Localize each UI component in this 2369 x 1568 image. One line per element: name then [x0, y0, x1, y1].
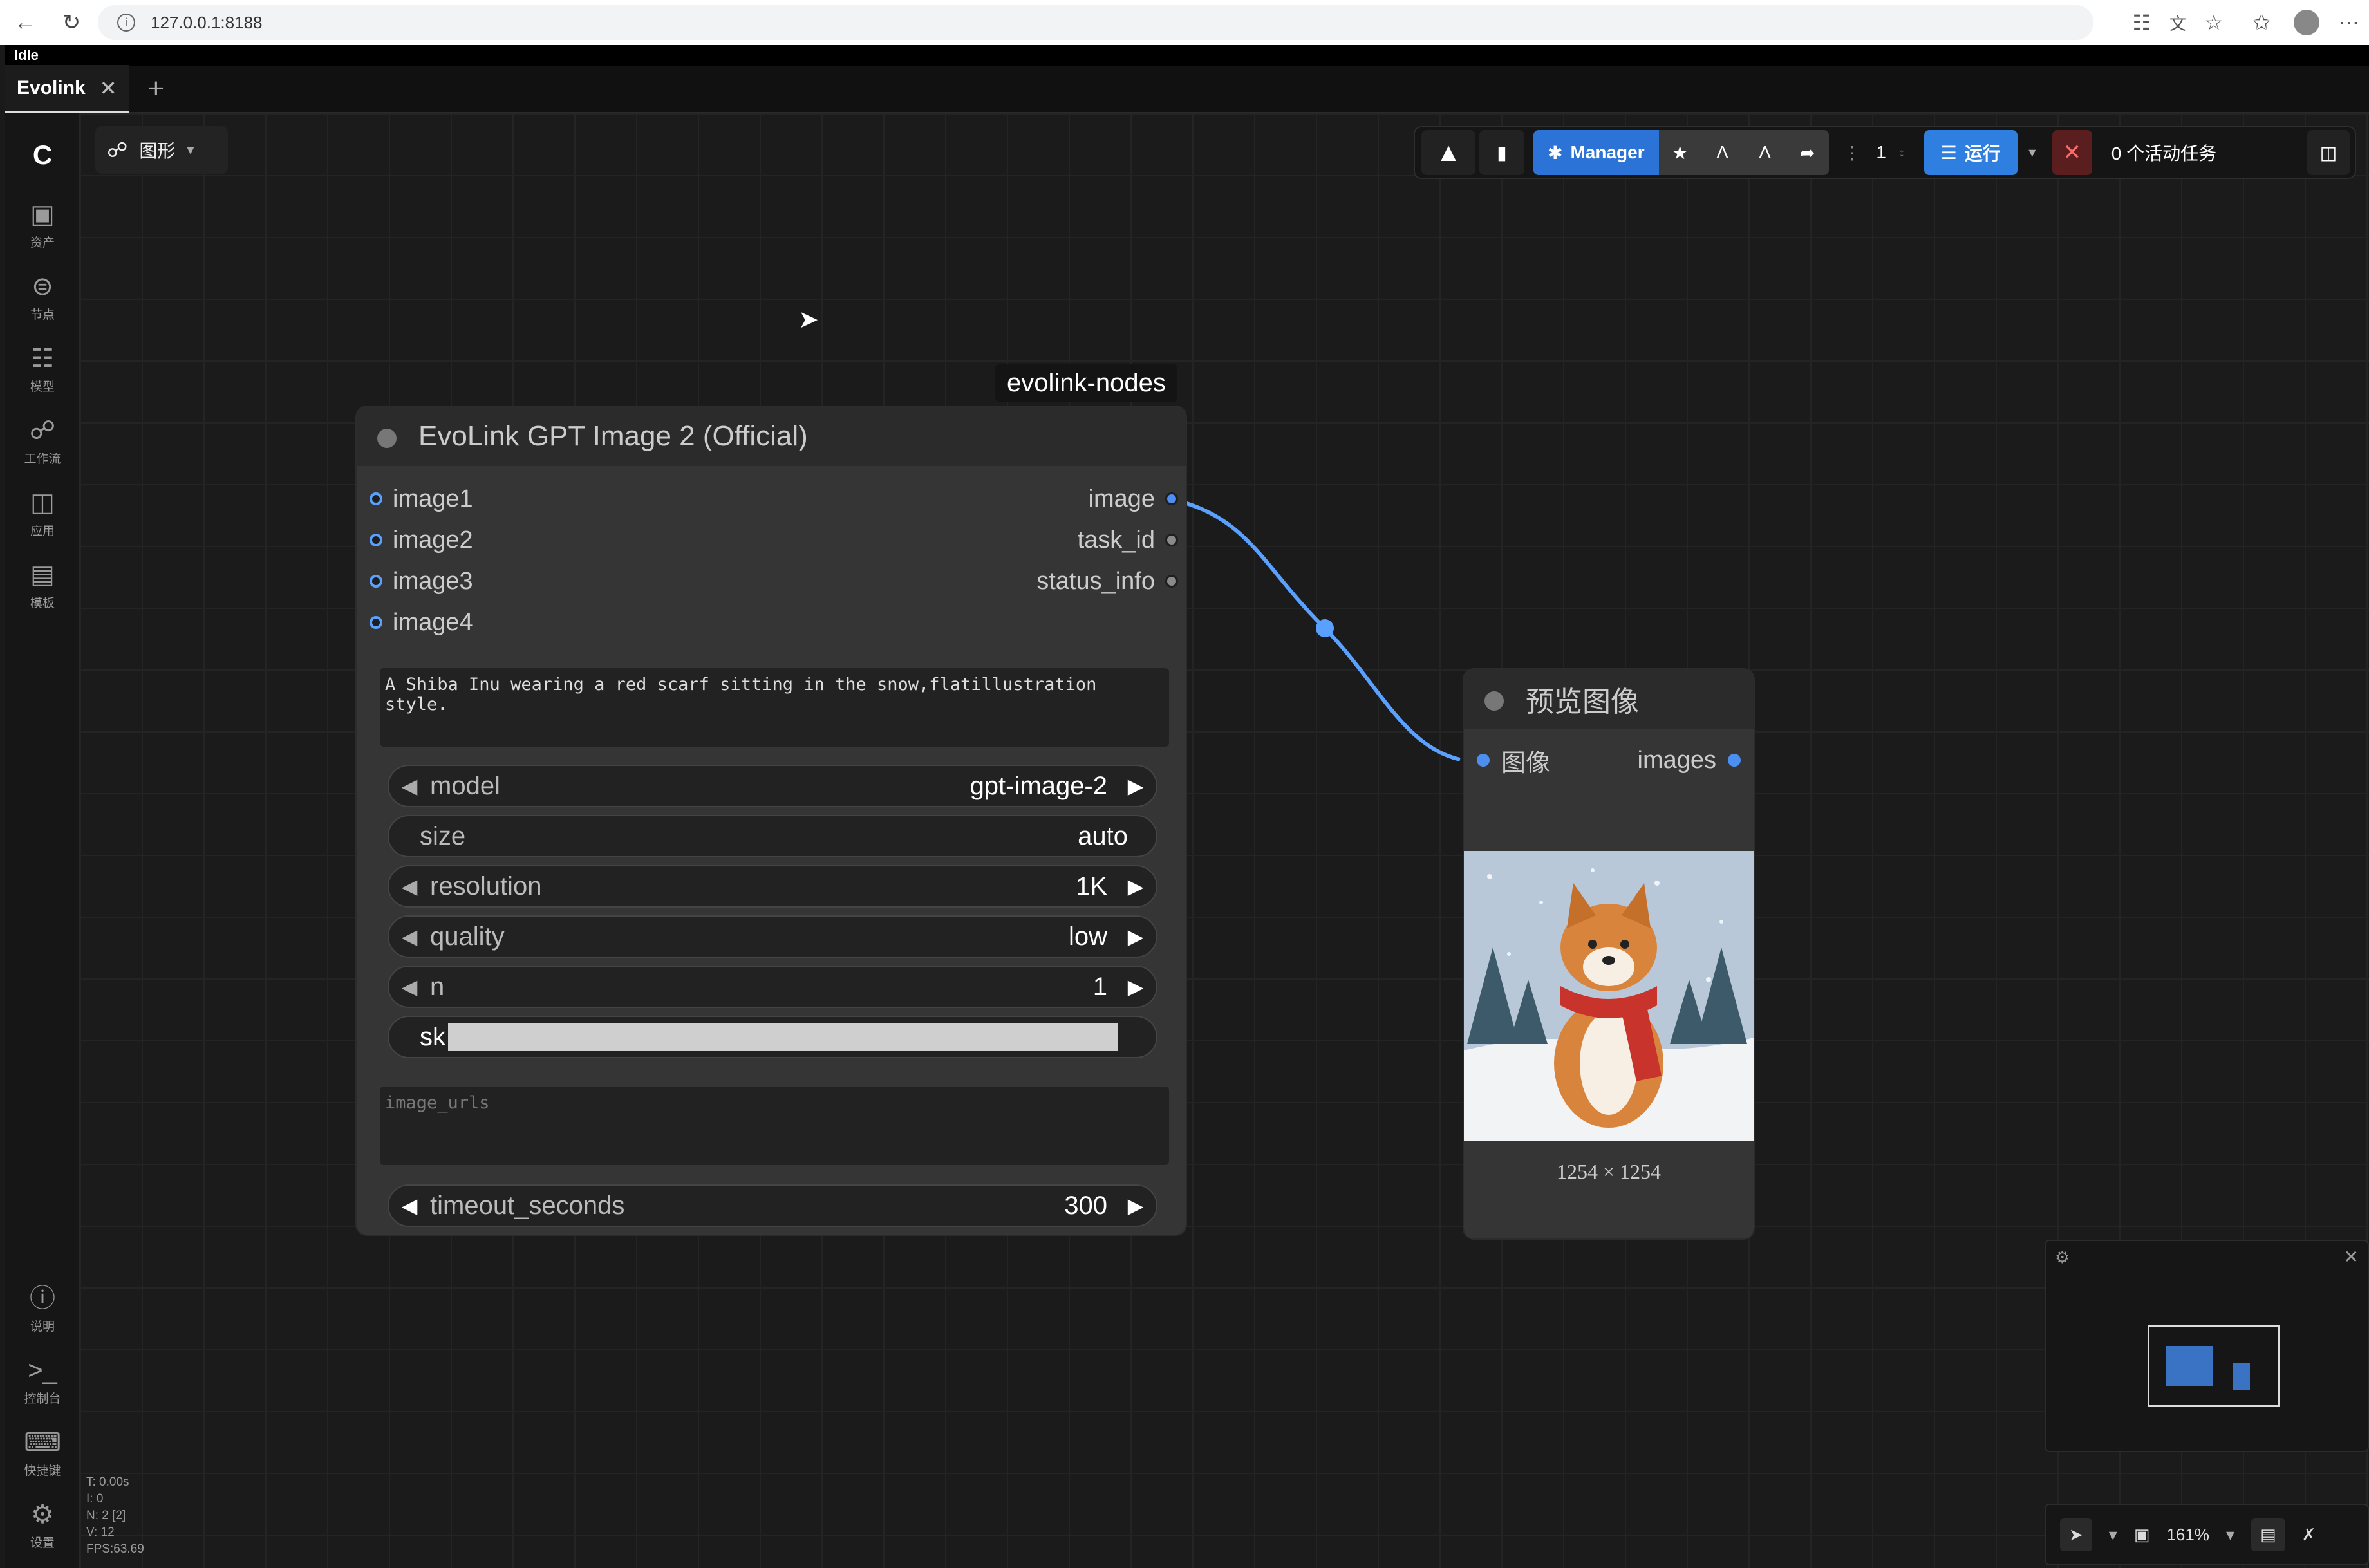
resolution-combo[interactable]: ◀ resolution 1K ▶ — [388, 865, 1157, 908]
image-link-wire — [1166, 496, 1461, 761]
input-slot-image3[interactable]: image3 — [370, 565, 473, 597]
node-title: EvoLink GPT Image 2 (Official) — [418, 420, 808, 452]
input-pin-icon[interactable] — [370, 616, 382, 629]
group-label[interactable]: evolink-nodes — [995, 364, 1177, 402]
zoom-level[interactable]: 161% — [2166, 1525, 2209, 1545]
dog-muzzle — [1583, 947, 1634, 986]
increment-arrow-icon[interactable]: ▶ — [1115, 874, 1156, 899]
output-pin-icon[interactable] — [1728, 754, 1741, 767]
slot-label: status_info — [1036, 567, 1155, 595]
node-title-bar[interactable]: EvoLink GPT Image 2 (Official) — [357, 407, 1186, 466]
dog-eye-right — [1620, 940, 1629, 949]
model-combo[interactable]: ◀ model gpt-image-2 ▶ — [388, 765, 1157, 807]
api-key-input[interactable]: sk — [388, 1016, 1157, 1058]
prompt-text: A Shiba Inu wearing a red scarf sitting … — [385, 675, 1097, 714]
increment-arrow-icon[interactable]: ▶ — [1115, 774, 1156, 798]
collapse-dot-icon[interactable] — [1484, 691, 1504, 711]
api-key-label: sk — [420, 1022, 445, 1051]
increment-arrow-icon[interactable]: ▶ — [1115, 975, 1156, 999]
timeout-seconds-widget[interactable]: ◀ timeout_seconds 300 ▶ — [388, 1184, 1157, 1227]
decrement-arrow-icon[interactable]: ◀ — [389, 975, 430, 999]
widget-value: auto — [1078, 821, 1128, 850]
stat-time: T: 0.00s — [86, 1475, 129, 1489]
hide-links-icon[interactable]: ✗ — [2302, 1525, 2316, 1545]
widget-value: 1 — [1092, 972, 1107, 1001]
slot-label: image1 — [393, 485, 473, 512]
select-mode-button[interactable]: ➤ — [2060, 1518, 2092, 1551]
canvas-controls: ➤ ▾ ▣ 161% ▾ ▤ ✗ — [2045, 1504, 2369, 1565]
output-pin-icon[interactable] — [1165, 492, 1178, 505]
output-slot-status-info[interactable]: status_info — [1036, 565, 1178, 597]
decrement-arrow-icon[interactable]: ◀ — [389, 874, 430, 899]
slot-label: image — [1088, 485, 1156, 512]
slot-label: image2 — [393, 526, 473, 554]
widget-name: timeout_seconds — [430, 1191, 625, 1220]
increment-arrow-icon[interactable]: ▶ — [1115, 1193, 1156, 1218]
chevron-down-icon[interactable]: ▾ — [2226, 1525, 2234, 1545]
output-pin-icon[interactable] — [1165, 575, 1178, 588]
input-slot-image1[interactable]: image1 — [370, 483, 473, 515]
dog-eye-left — [1588, 940, 1597, 949]
n-number-widget[interactable]: ◀ n 1 ▶ — [388, 966, 1157, 1008]
preview-image-node[interactable]: 预览图像 图像 images 1254 × 1254 — [1464, 669, 1754, 1238]
decrement-arrow-icon[interactable]: ◀ — [389, 1193, 430, 1218]
link-midpoint — [1316, 619, 1334, 637]
widget-name: quality — [430, 922, 505, 951]
image-dimensions: 1254 × 1254 — [1556, 1160, 1662, 1183]
prompt-textarea[interactable]: A Shiba Inu wearing a red scarf sitting … — [380, 668, 1169, 747]
input-pin-icon[interactable] — [370, 575, 382, 588]
input-slot-image4[interactable]: image4 — [370, 606, 473, 639]
output-slot-image[interactable]: image — [1088, 483, 1178, 515]
quality-combo[interactable]: ◀ quality low ▶ — [388, 915, 1157, 958]
output-pin-icon[interactable] — [1165, 534, 1178, 546]
decrement-arrow-icon[interactable]: ◀ — [389, 924, 430, 949]
widget-value: gpt-image-2 — [969, 771, 1107, 800]
widget-name: model — [430, 771, 500, 800]
widget-value: 300 — [1064, 1191, 1107, 1220]
dog-nose — [1602, 956, 1615, 965]
size-combo[interactable]: size auto — [388, 815, 1157, 857]
slot-label: image4 — [393, 608, 473, 636]
increment-arrow-icon[interactable]: ▶ — [1115, 924, 1156, 949]
widget-value: 1K — [1076, 872, 1107, 901]
api-key-masked-bar — [448, 1023, 1118, 1051]
stat-v: V: 12 — [86, 1526, 115, 1539]
widget-name: n — [430, 972, 445, 1001]
minimap-node-preview — [2233, 1363, 2250, 1390]
widget-value: low — [1068, 922, 1107, 951]
image-urls-textarea[interactable]: image_urls — [380, 1087, 1169, 1165]
widget-name: size — [420, 821, 466, 850]
slot-label: task_id — [1077, 526, 1155, 554]
slot-label: 图像 — [1501, 749, 1551, 777]
minimap-panel[interactable]: ⚙ ✕ — [2045, 1240, 2369, 1452]
close-icon[interactable]: ✕ — [2344, 1246, 2359, 1267]
gpt-image-node[interactable]: EvoLink GPT Image 2 (Official) image1 im… — [357, 407, 1186, 1235]
fit-view-icon[interactable]: ▣ — [2134, 1525, 2150, 1545]
decrement-arrow-icon[interactable]: ◀ — [389, 774, 430, 798]
chevron-down-icon[interactable]: ▾ — [2109, 1525, 2117, 1545]
stat-fps: FPS:63.69 — [86, 1542, 144, 1556]
input-pin-icon[interactable] — [370, 492, 382, 505]
stat-i: I: 0 — [86, 1492, 104, 1506]
input-slot-image2[interactable]: image2 — [370, 524, 473, 556]
output-slot-task-id[interactable]: task_id — [1078, 524, 1178, 556]
input-pin-icon[interactable] — [370, 534, 382, 546]
widget-name: resolution — [430, 872, 542, 901]
image-urls-placeholder: image_urls — [385, 1093, 490, 1113]
stat-nodes: N: 2 [2] — [86, 1509, 126, 1522]
minimap-settings-icon[interactable]: ⚙ — [2055, 1247, 2070, 1267]
minimap-toggle-icon[interactable]: ▤ — [2251, 1518, 2285, 1551]
node-title: 预览图像 — [1526, 686, 1639, 718]
shiba-preview-image[interactable] — [1464, 851, 1754, 1141]
slot-label: images — [1637, 746, 1717, 774]
slot-label: image3 — [393, 567, 473, 595]
input-pin-icon[interactable] — [1477, 754, 1490, 767]
collapse-dot-icon[interactable] — [377, 429, 397, 448]
output-slot-images[interactable]: images — [1638, 744, 1741, 776]
input-slot-image[interactable]: 图像 — [1477, 744, 1551, 777]
minimap-viewport[interactable] — [2148, 1325, 2280, 1407]
minimap-node-gpt — [2166, 1346, 2213, 1386]
render-stats: T: 0.00s I: 0 N: 2 [2] V: 12 FPS:63.69 — [86, 1474, 144, 1558]
node-title-bar[interactable]: 预览图像 — [1464, 669, 1754, 729]
